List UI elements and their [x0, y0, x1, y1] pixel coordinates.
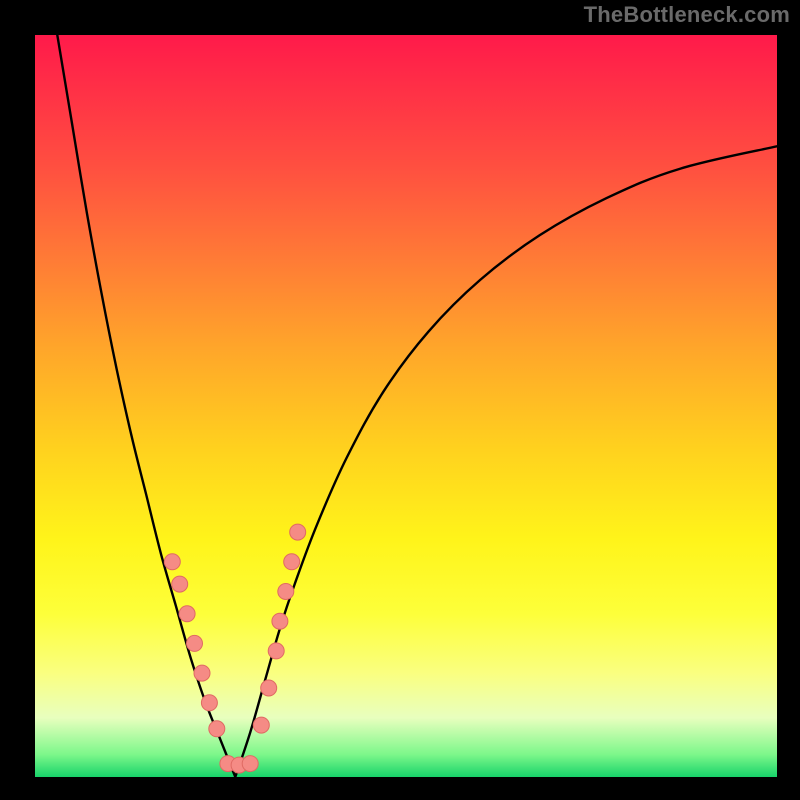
gradient-plot-area: [35, 35, 777, 777]
data-point: [253, 717, 269, 733]
data-point: [164, 554, 180, 570]
data-point: [194, 665, 210, 681]
chart-frame: TheBottleneck.com: [0, 0, 800, 800]
data-point: [187, 635, 203, 651]
curve-right-branch: [235, 146, 777, 777]
bottleneck-curve: [57, 35, 777, 777]
data-point: [272, 613, 288, 629]
data-point: [278, 584, 294, 600]
curve-left-branch: [57, 35, 235, 777]
data-point: [201, 695, 217, 711]
data-point: [268, 643, 284, 659]
data-point: [290, 524, 306, 540]
watermark-text: TheBottleneck.com: [584, 2, 790, 28]
data-point: [172, 576, 188, 592]
chart-svg: [35, 35, 777, 777]
data-points: [164, 524, 305, 773]
data-point: [179, 606, 195, 622]
data-point: [261, 680, 277, 696]
data-point: [209, 721, 225, 737]
data-point: [284, 554, 300, 570]
data-point: [242, 756, 258, 772]
